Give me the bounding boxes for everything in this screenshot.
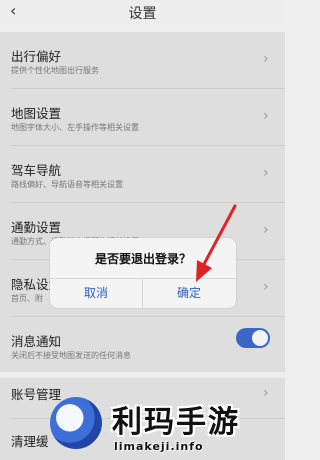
watermark: 利玛手游 limakeji.info	[50, 395, 285, 460]
cancel-button[interactable]: 取消	[50, 279, 142, 308]
watermark-url: limakeji.info	[114, 440, 204, 453]
toggle-knob	[252, 330, 268, 346]
settings-item-driving-navigation[interactable]: 驾车导航 路线偏好、导航语音等相关设置 ›	[0, 146, 285, 202]
chevron-right-icon: ›	[263, 108, 269, 124]
settings-item-subtitle: 提供个性化地图出行服务	[11, 66, 99, 75]
settings-item-title: 清理缓	[11, 434, 49, 449]
settings-item-title: 驾车导航	[11, 163, 62, 178]
settings-item-map-settings[interactable]: 地图设置 地图字体大小、左手操作等相关设置 ›	[0, 89, 285, 145]
settings-item-subtitle: 首页、附	[11, 294, 43, 303]
logout-confirm-dialog: 是否要退出登录？ 取消 确定	[50, 238, 236, 308]
chevron-right-icon: ›	[263, 165, 269, 181]
brand-logo-icon	[50, 397, 102, 449]
top-bar: ‹ 设置	[0, 0, 285, 24]
chevron-right-icon: ›	[263, 279, 269, 295]
chevron-right-icon: ›	[263, 222, 269, 238]
settings-item-subtitle: 路线偏好、导航语音等相关设置	[11, 180, 123, 189]
settings-group: 出行偏好 提供个性化地图出行服务 › 地图设置 地图字体大小、左手操作等相关设置…	[0, 32, 285, 372]
settings-item-title: 消息通知	[11, 334, 62, 349]
settings-item-title: 出行偏好	[11, 49, 62, 64]
watermark-title: 利玛手游	[112, 405, 240, 440]
settings-item-title: 地图设置	[11, 106, 62, 121]
settings-item-travel-preferences[interactable]: 出行偏好 提供个性化地图出行服务 ›	[0, 32, 285, 88]
notifications-toggle[interactable]	[236, 328, 270, 348]
settings-item-subtitle: 关闭后不接受地图发送的任何消息	[11, 351, 131, 360]
page-title: 设置	[128, 6, 157, 22]
chevron-right-icon: ›	[263, 51, 269, 67]
dialog-message: 是否要退出登录？	[94, 252, 191, 266]
settings-item-subtitle: 地图字体大小、左手操作等相关设置	[11, 123, 139, 132]
confirm-button[interactable]: 确定	[143, 279, 235, 308]
settings-item-title: 通勤设置	[11, 220, 62, 235]
